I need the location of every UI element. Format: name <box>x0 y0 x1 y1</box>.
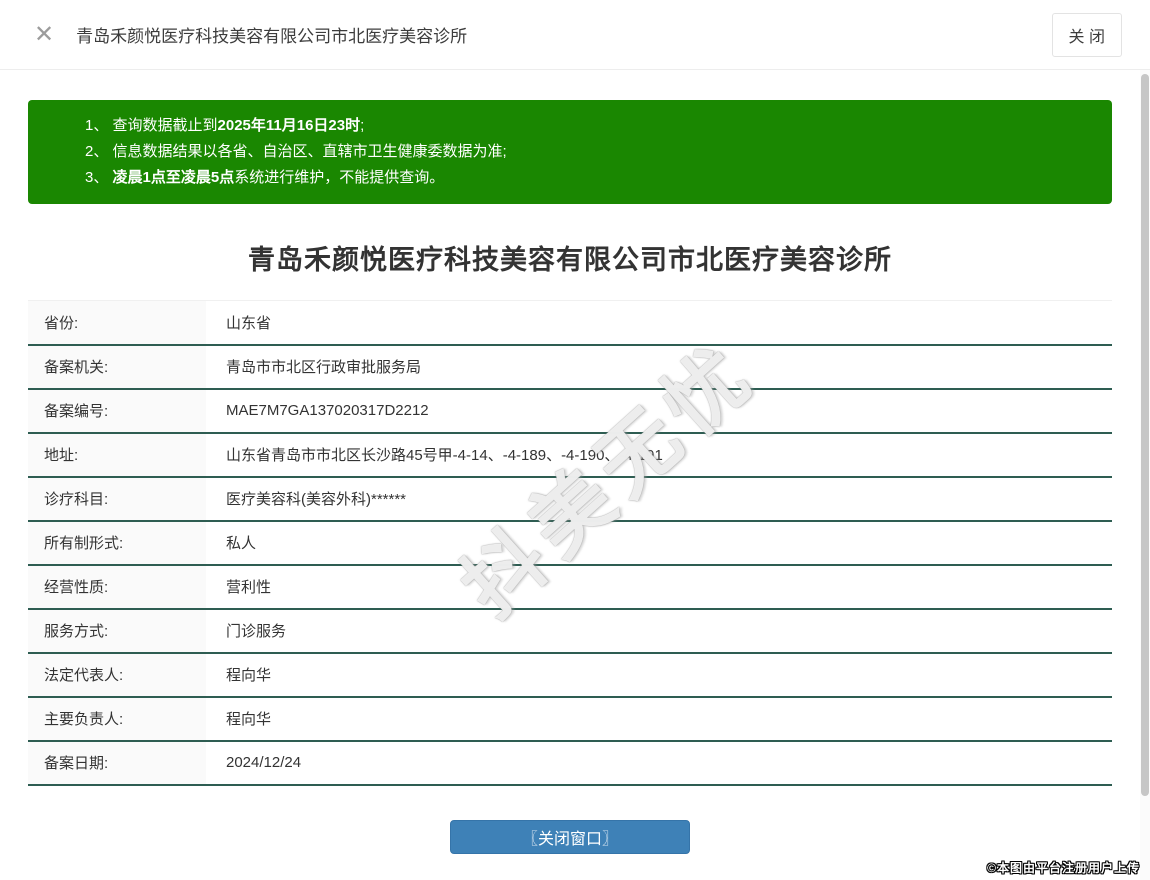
window-titlebar: ✕ 青岛禾颜悦医疗科技美容有限公司市北医疗美容诊所 关 闭 <box>0 0 1150 70</box>
field-value: 程向华 <box>206 697 1112 741</box>
scrollbar-track[interactable] <box>1140 70 1150 880</box>
table-row: 地址: 山东省青岛市市北区长沙路45号甲-4-14、-4-189、-4-190、… <box>28 433 1112 477</box>
query-result-window: ✕ 青岛禾颜悦医疗科技美容有限公司市北医疗美容诊所 关 闭 1、 查询数据截止到… <box>0 0 1150 880</box>
notice-line-1: 1、 查询数据截止到2025年11月16日23时; <box>85 113 1092 139</box>
main-content: 1、 查询数据截止到2025年11月16日23时; 2、 信息数据结果以各省、自… <box>28 100 1112 854</box>
field-value: 医疗美容科(美容外科)****** <box>206 477 1112 521</box>
field-label: 备案编号: <box>28 389 206 433</box>
table-row: 服务方式: 门诊服务 <box>28 609 1112 653</box>
field-label: 地址: <box>28 433 206 477</box>
close-window-button[interactable]: 〖关闭窗口〗 <box>450 820 690 854</box>
table-row: 备案机关: 青岛市市北区行政审批服务局 <box>28 345 1112 389</box>
field-value: MAE7M7GA137020317D2212 <box>206 389 1112 433</box>
field-label: 备案日期: <box>28 741 206 785</box>
field-label: 经营性质: <box>28 565 206 609</box>
field-label: 服务方式: <box>28 609 206 653</box>
upload-note: ©本图由平台注册用户上传 <box>987 859 1140 876</box>
field-value: 青岛市市北区行政审批服务局 <box>206 345 1112 389</box>
table-row: 法定代表人: 程向华 <box>28 653 1112 697</box>
close-button[interactable]: 关 闭 <box>1052 13 1122 57</box>
field-label: 法定代表人: <box>28 653 206 697</box>
window-title: 青岛禾颜悦医疗科技美容有限公司市北医疗美容诊所 <box>76 22 467 47</box>
table-row: 备案编号: MAE7M7GA137020317D2212 <box>28 389 1112 433</box>
table-row: 省份: 山东省 <box>28 301 1112 345</box>
notice-banner: 1、 查询数据截止到2025年11月16日23时; 2、 信息数据结果以各省、自… <box>28 100 1112 204</box>
close-x-icon[interactable]: ✕ <box>34 23 54 47</box>
table-row: 主要负责人: 程向华 <box>28 697 1112 741</box>
detail-table: 省份: 山东省 备案机关: 青岛市市北区行政审批服务局 备案编号: MAE7M7… <box>28 300 1112 786</box>
field-value: 山东省青岛市市北区长沙路45号甲-4-14、-4-189、-4-190、-4-1… <box>206 433 1112 477</box>
notice-line-3: 3、 凌晨1点至凌晨5点系统进行维护，不能提供查询。 <box>85 165 1092 191</box>
field-value: 程向华 <box>206 653 1112 697</box>
table-row: 备案日期: 2024/12/24 <box>28 741 1112 785</box>
table-row: 诊疗科目: 医疗美容科(美容外科)****** <box>28 477 1112 521</box>
field-value: 山东省 <box>206 301 1112 345</box>
field-label: 所有制形式: <box>28 521 206 565</box>
table-row: 所有制形式: 私人 <box>28 521 1112 565</box>
field-label: 备案机关: <box>28 345 206 389</box>
field-value: 私人 <box>206 521 1112 565</box>
notice-line-2: 2、 信息数据结果以各省、自治区、直辖市卫生健康委数据为准; <box>85 139 1092 165</box>
field-value: 2024/12/24 <box>206 741 1112 785</box>
field-label: 省份: <box>28 301 206 345</box>
table-row: 经营性质: 营利性 <box>28 565 1112 609</box>
field-label: 主要负责人: <box>28 697 206 741</box>
field-value: 门诊服务 <box>206 609 1112 653</box>
field-value: 营利性 <box>206 565 1112 609</box>
field-label: 诊疗科目: <box>28 477 206 521</box>
scrollbar-thumb[interactable] <box>1141 74 1149 796</box>
page-title: 青岛禾颜悦医疗科技美容有限公司市北医疗美容诊所 <box>28 238 1112 277</box>
